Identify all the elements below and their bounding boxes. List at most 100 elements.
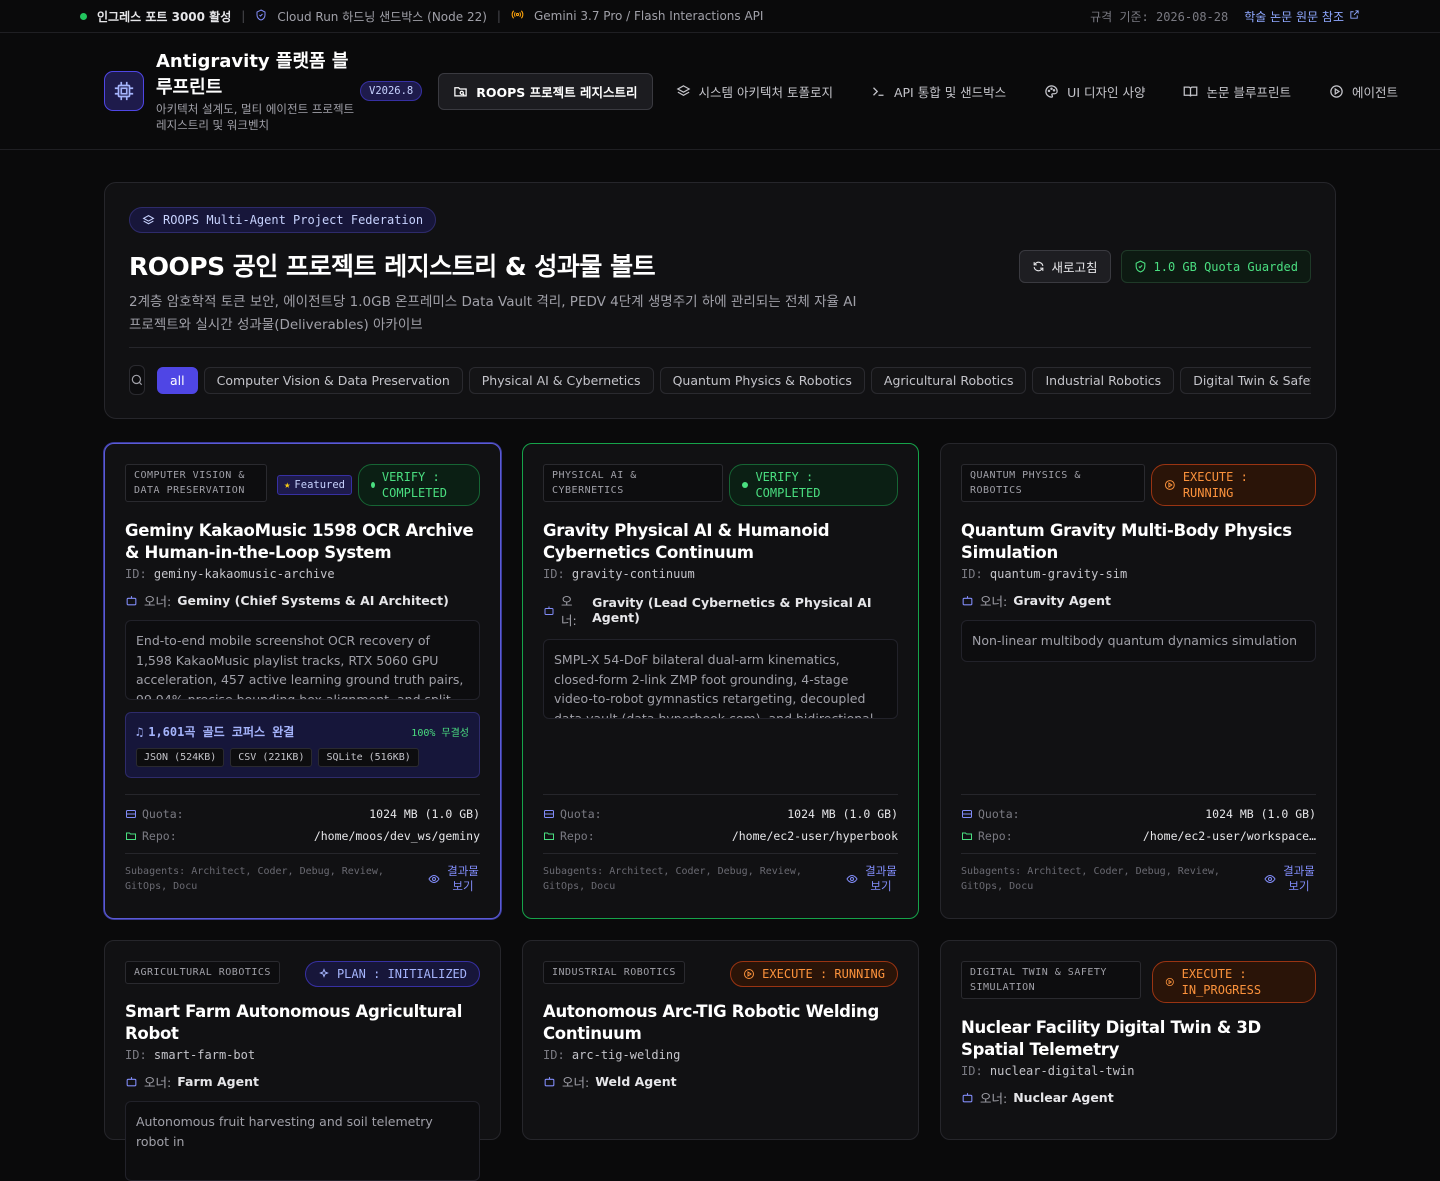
paper-link[interactable]: 학술 논문 원문 참조: [1244, 8, 1360, 25]
project-owner: 오너: Nuclear Agent: [961, 1088, 1316, 1107]
shield-icon: [255, 8, 267, 24]
project-card[interactable]: QUANTUM PHYSICS & ROBOTICS EXECUTE : RUN…: [940, 443, 1337, 919]
filter-all[interactable]: all: [157, 366, 198, 394]
layers-icon: [142, 214, 155, 224]
project-owner: 오너: Weld Agent: [543, 1072, 898, 1091]
play-circle-icon: [1330, 84, 1343, 98]
database-icon: [544, 810, 554, 818]
status-badge: EXECUTE : RUNNING: [1151, 464, 1316, 506]
project-owner: 오너: Farm Agent: [125, 1072, 480, 1091]
project-grid: COMPUTER VISION & DATA PRESERVATION ★ Fe…: [104, 443, 1337, 1181]
search-input[interactable]: [129, 365, 145, 395]
project-description: End-to-end mobile screenshot OCR recover…: [125, 620, 480, 700]
folder-git-icon: [962, 832, 972, 840]
project-id: ID: smart-farm-bot: [125, 1048, 256, 1062]
project-card[interactable]: PHYSICAL AI & CYBERNETICS VERIFY : COMPL…: [522, 443, 919, 919]
project-id: ID: nuclear-digital-twin: [961, 1064, 1135, 1078]
brand-subtitle: 아키텍처 설계도, 멀티 에이전트 프로젝트 레지스트리 및 워크벤치: [156, 102, 355, 132]
project-id: ID: geminy-kakaomusic-archive: [125, 567, 335, 581]
view-deliverables-button[interactable]: 결과물 보기: [1264, 864, 1316, 894]
bot-icon: [962, 596, 973, 606]
project-card[interactable]: DIGITAL TWIN & SAFETY SIMULATION EXECUTE…: [940, 940, 1337, 1140]
quota-value: 1024 MB (1.0 GB): [787, 807, 898, 821]
project-id: ID: quantum-gravity-sim: [961, 567, 1128, 581]
database-icon: [126, 810, 136, 818]
status-badge: PLAN : INITIALIZED: [304, 961, 480, 987]
status-dot-icon: [371, 482, 375, 488]
status-badge: VERIFY : COMPLETED: [729, 464, 898, 506]
project-title: Smart Farm Autonomous Agricultural Robot: [125, 1002, 463, 1043]
cloudrun-status: Cloud Run 하드닝 샌드박스 (Node 22): [277, 9, 487, 24]
featured-badge: ★ Featured: [277, 475, 352, 495]
project-id: ID: gravity-continuum: [543, 567, 695, 581]
repo-path: /home/moos/dev_ws/geminy: [313, 829, 480, 843]
subagents-list: Subagents: Architect, Coder, Debug, Revi…: [961, 866, 1220, 892]
category-tag: INDUSTRIAL ROBOTICS: [543, 961, 685, 984]
corpus-panel: ♫ 1,601곡 골드 코퍼스 완결 100% 무결성 JSON (524KB) …: [125, 712, 480, 778]
filter-physical-ai[interactable]: Physical AI & Cybernetics: [468, 366, 654, 394]
project-description: Autonomous fruit harvesting and soil tel…: [125, 1101, 480, 1181]
nav-ui-design-spec[interactable]: UI 디자인 사양: [1029, 73, 1160, 110]
main-nav: ROOPS 프로젝트 레지스트리 시스템 아키텍처 토폴로지 API 통합 및 …: [438, 72, 1413, 110]
project-owner: 오너: Geminy (Chief Systems & AI Architect): [125, 591, 480, 610]
filter-computer-vision[interactable]: Computer Vision & Data Preservation: [203, 366, 463, 394]
layers-icon: [676, 84, 690, 96]
project-description: Non-linear multibody quantum dynamics si…: [961, 620, 1316, 662]
bot-icon: [544, 606, 554, 615]
view-deliverables-button[interactable]: 결과물 보기: [428, 864, 480, 894]
filter-industrial-robotics[interactable]: Industrial Robotics: [1032, 366, 1175, 394]
palette-icon: [1045, 84, 1058, 98]
project-title: Nuclear Facility Digital Twin & 3D Spati…: [961, 1018, 1261, 1059]
refresh-button[interactable]: 새로고침: [1019, 250, 1111, 283]
music-note-icon: ♫: [136, 724, 144, 739]
cpu-logo-icon: [104, 71, 144, 111]
folder-git-icon: [126, 832, 136, 840]
repo-path: /home/ec2-user/hyperbook: [731, 829, 898, 843]
folder-git-icon: [544, 832, 554, 840]
project-card[interactable]: INDUSTRIAL ROBOTICS EXECUTE : RUNNING Au…: [522, 940, 919, 1140]
refresh-icon: [1034, 261, 1044, 272]
version-badge: V2026.8: [360, 81, 423, 101]
ingress-status: 인그레스 포트 3000 활성: [97, 9, 232, 24]
nav-architecture-topology[interactable]: 시스템 아키텍처 토폴로지: [661, 73, 848, 110]
book-icon: [1184, 86, 1198, 97]
nav-agent[interactable]: 에이전트: [1314, 73, 1413, 110]
bot-icon: [962, 1093, 973, 1103]
filter-agricultural-robotics[interactable]: Agricultural Robotics: [870, 366, 1027, 394]
bot-icon: [126, 596, 137, 606]
status-badge: EXECUTE : IN_PROGRESS: [1152, 961, 1316, 1003]
nav-paper-blueprint[interactable]: 논문 블루프린트: [1168, 73, 1305, 110]
bot-icon: [544, 1077, 555, 1087]
folder-search-icon: [454, 86, 468, 96]
category-filters: all Computer Vision & Data Preservation …: [129, 365, 1311, 395]
project-owner: 오너: Gravity Agent: [961, 591, 1316, 610]
category-tag: QUANTUM PHYSICS & ROBOTICS: [961, 464, 1146, 502]
eye-icon: [846, 874, 858, 884]
project-card[interactable]: COMPUTER VISION & DATA PRESERVATION ★ Fe…: [104, 443, 501, 919]
view-deliverables-button[interactable]: 결과물 보기: [846, 864, 898, 894]
project-title: Quantum Gravity Multi-Body Physics Simul…: [961, 521, 1292, 562]
eye-icon: [1264, 874, 1276, 884]
repo-path: /home/ec2-user/workspace…: [1142, 829, 1316, 843]
project-owner: 오너: Gravity (Lead Cybernetics & Physical …: [543, 591, 898, 629]
nav-project-registry[interactable]: ROOPS 프로젝트 레지스트리: [438, 72, 653, 110]
project-title: Gravity Physical AI & Humanoid Cyberneti…: [543, 521, 830, 562]
subagents-list: Subagents: Architect, Coder, Debug, Revi…: [125, 866, 384, 892]
file-sqlite[interactable]: SQLite (516KB): [318, 748, 419, 767]
database-icon: [962, 810, 972, 818]
play-circle-icon: [1165, 977, 1174, 987]
category-tag: DIGITAL TWIN & SAFETY SIMULATION: [961, 961, 1141, 999]
quota-guard-badge: 1.0 GB Quota Guarded: [1120, 250, 1311, 283]
file-json[interactable]: JSON (524KB): [136, 748, 225, 767]
project-title: Autonomous Arc-TIG Robotic Welding Conti…: [543, 1002, 879, 1043]
nav-api-sandbox[interactable]: API 통합 및 샌드박스: [856, 73, 1021, 110]
spec-date: 규격 기준: 2026-08-28: [1090, 9, 1229, 24]
status-dot-icon: [80, 12, 87, 20]
registry-hero: ROOPS Multi-Agent Project Federation ROO…: [104, 182, 1336, 419]
file-csv[interactable]: CSV (221KB): [230, 748, 313, 767]
quota-value: 1024 MB (1.0 GB): [1205, 807, 1316, 821]
project-card[interactable]: AGRICULTURAL ROBOTICS PLAN : INITIALIZED…: [104, 940, 501, 1181]
filter-digital-twin[interactable]: Digital Twin & Safety Simul: [1180, 366, 1311, 394]
filter-quantum-physics[interactable]: Quantum Physics & Robotics: [659, 366, 865, 394]
broadcast-icon: [511, 8, 524, 24]
